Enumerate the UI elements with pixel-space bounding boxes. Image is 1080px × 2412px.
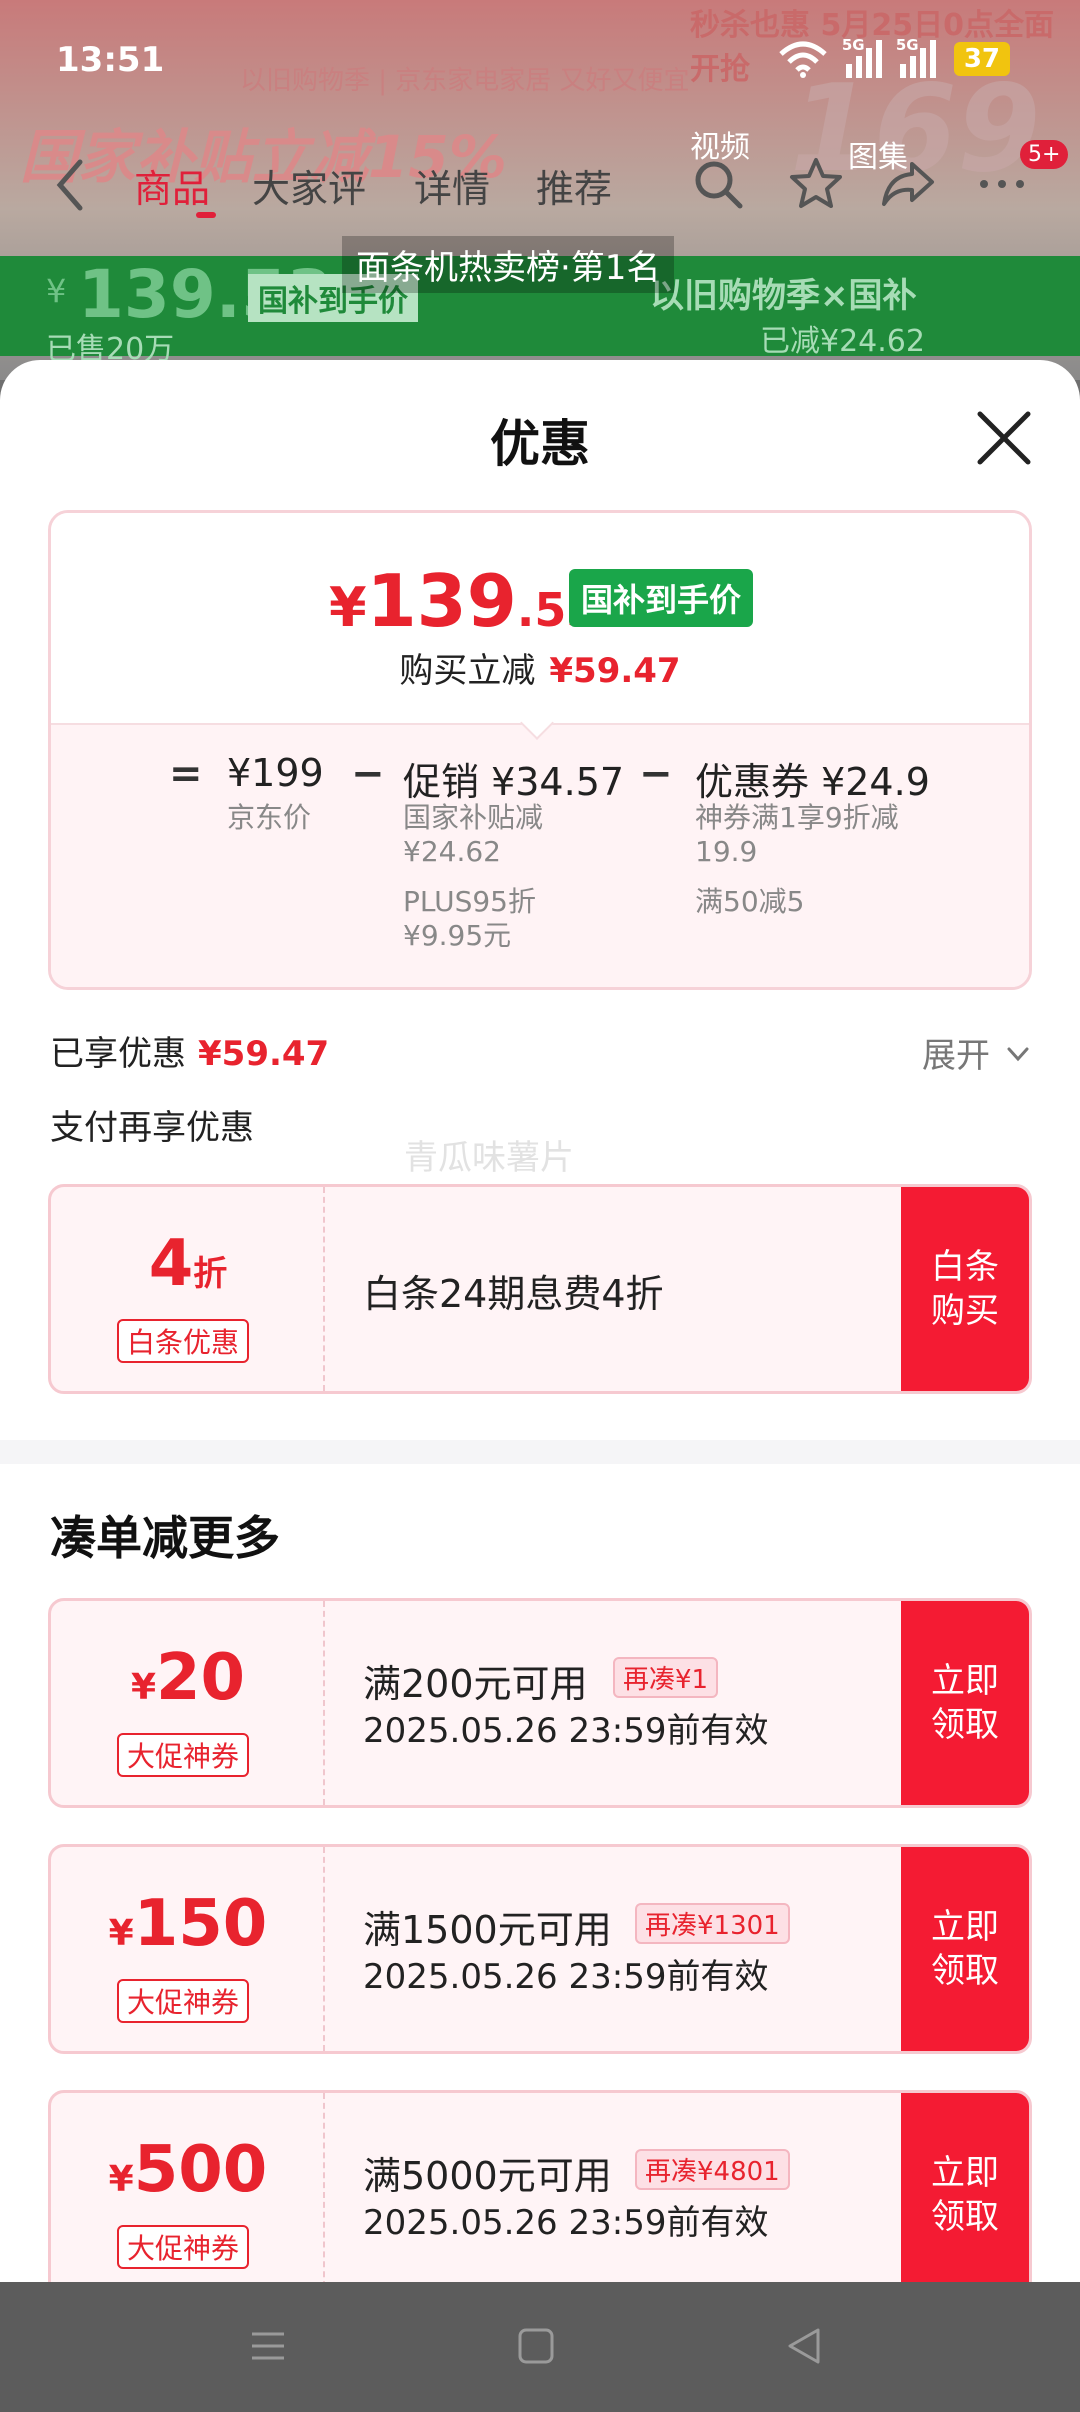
coupon-left: 4折 白条优惠: [51, 1187, 325, 1391]
coupon-left: ¥500 大促神券: [51, 2093, 325, 2282]
coupon-expiry: 2025.05.26 23:59前有效: [363, 1957, 769, 1997]
equals-sign: =: [169, 751, 203, 797]
status-bar: 13:51 5G 5G 37: [0, 0, 1080, 120]
pay-more-label: 支付再享优惠: [50, 1108, 254, 1148]
expand-button[interactable]: 展开: [922, 1028, 990, 1077]
save-value: ¥59.47: [549, 651, 681, 691]
coupon-sub-label: 神券满1享9折减: [695, 801, 899, 834]
coupon-amount: ¥500: [108, 2133, 268, 2207]
jd-price-label: 京东价: [227, 801, 312, 834]
system-nav-bar: [0, 2282, 1080, 2412]
season-text: 以旧购物季×国补: [650, 276, 917, 316]
baitiao-description: 白条24期息费4折: [363, 1272, 664, 1316]
sheet-title: 优惠: [490, 415, 590, 473]
tab-details[interactable]: 详情: [414, 158, 490, 213]
coupon-tag: 大促神券: [117, 2225, 250, 2269]
minus-sign-2: −: [639, 751, 673, 797]
home-icon[interactable]: [512, 2322, 560, 2370]
coupon-condition: 满1500元可用: [363, 1908, 612, 1952]
more-discount-title: 凑单减更多: [50, 1511, 280, 1565]
more-icon[interactable]: [974, 156, 1030, 212]
product-tabs: 商品 大家评 详情 推荐: [0, 150, 1080, 220]
coupon-amount: ¥20: [130, 1641, 246, 1715]
reduced-text: 已减¥24.62: [760, 324, 925, 359]
coupon-need-badge: 再凑¥4801: [635, 2149, 790, 2190]
coupon-total: 优惠券 ¥24.9: [695, 760, 930, 804]
status-icons: 5G 5G 37: [778, 36, 1010, 78]
promo-total: 促销 ¥34.57: [403, 760, 625, 804]
minus-sign-1: −: [351, 751, 385, 797]
share-icon[interactable]: [880, 156, 936, 212]
baitiao-buy-button[interactable]: 白条购买: [901, 1187, 1029, 1391]
save-label: 购买立减: [399, 651, 536, 691]
coupon-need-badge: 再凑¥1: [613, 1657, 719, 1698]
watermark-text: 青瓜味薯片: [404, 1138, 574, 1178]
ranking-badge[interactable]: 面条机热卖榜·第1名: [342, 236, 675, 293]
coupon-condition: 满5000元可用: [363, 2154, 612, 2198]
final-price: ¥139.53: [329, 559, 599, 643]
coupon-left: ¥150 大促神券: [51, 1847, 325, 2051]
save-line: 购买立减 ¥59.47: [51, 643, 1029, 692]
coupon-amount: ¥150: [108, 1887, 268, 1961]
signal-icon-1: 5G: [842, 36, 882, 78]
coupon-card-1: ¥20 大促神券 满200元可用 再凑¥1 2025.05.26 23:59前有…: [48, 1598, 1032, 1808]
price-yuan: ¥: [46, 272, 67, 310]
discount-sheet: 优惠 ¥139.53 国补到手价 购买立减 ¥59.47 = ¥199 京东价 −…: [0, 360, 1080, 2282]
promo-subsidy-label: 国家补贴减: [403, 801, 544, 834]
final-price-area: ¥139.53 国补到手价 购买立减 ¥59.47: [51, 513, 1029, 723]
coupon-card-3: ¥500 大促神券 满5000元可用 再凑¥4801 2025.05.26 23…: [48, 2090, 1032, 2282]
coupon-tag: 大促神券: [117, 1733, 250, 1777]
tab-underline: [196, 212, 216, 218]
coupon-man50: 满50减5: [695, 885, 805, 918]
coupon-expiry: 2025.05.26 23:59前有效: [363, 2203, 769, 2243]
signal-icon-2: 5G: [896, 36, 936, 78]
back-icon[interactable]: [50, 150, 90, 220]
coupon-need-badge: 再凑¥1301: [635, 1903, 790, 1944]
coupon-condition: 满200元可用: [363, 1662, 588, 1706]
star-icon[interactable]: [788, 156, 844, 212]
search-icon[interactable]: [690, 156, 746, 212]
wifi-icon: [779, 41, 827, 78]
baitiao-offer-card: 4折 白条优惠 白条24期息费4折 白条购买: [48, 1184, 1032, 1394]
enjoyed-label: 已享优惠: [50, 1034, 186, 1074]
enjoyed-discount: 已享优惠 ¥59.47: [50, 1026, 329, 1075]
coupon-card-2: ¥150 大促神券 满1500元可用 再凑¥1301 2025.05.26 23…: [48, 1844, 1032, 2054]
cart-badge: 5+: [1020, 140, 1069, 169]
tab-product[interactable]: 商品: [134, 158, 210, 213]
coupon-tag: 大促神券: [117, 1979, 250, 2023]
tab-recommend[interactable]: 推荐: [536, 158, 612, 213]
back-triangle-icon[interactable]: [780, 2322, 828, 2370]
promo-plus-label: PLUS95折: [403, 885, 536, 918]
baitiao-discount: 4折: [148, 1227, 228, 1301]
claim-coupon-button[interactable]: 立即领取: [901, 2093, 1029, 2282]
enjoyed-value: ¥59.47: [198, 1034, 330, 1074]
close-icon[interactable]: [972, 406, 1036, 470]
coupon-left: ¥20 大促神券: [51, 1601, 325, 1805]
status-time: 13:51: [56, 40, 165, 80]
coupon-sub-value: 19.9: [695, 835, 758, 868]
claim-coupon-button[interactable]: 立即领取: [901, 1847, 1029, 2051]
chevron-down-icon[interactable]: [1004, 1040, 1032, 1068]
breakdown-detail: = ¥199 京东价 − 促销 ¥34.57 国家补贴减 ¥24.62 PLUS…: [51, 723, 1029, 987]
tab-reviews[interactable]: 大家评: [252, 158, 366, 213]
promo-subsidy-value: ¥24.62: [403, 835, 501, 868]
promo-plus-value: ¥9.95元: [403, 919, 512, 952]
jd-price: ¥199: [227, 751, 324, 795]
price-breakdown-card: ¥139.53 国补到手价 购买立减 ¥59.47 = ¥199 京东价 − 促销…: [48, 510, 1032, 990]
section-divider: [0, 1440, 1080, 1464]
baitiao-tag: 白条优惠: [117, 1319, 250, 1363]
battery-indicator: 37: [953, 42, 1010, 76]
guobu-price-tag: 国补到手价: [569, 569, 754, 627]
coupon-expiry: 2025.05.26 23:59前有效: [363, 1711, 769, 1751]
menu-icon[interactable]: [244, 2322, 292, 2370]
claim-coupon-button[interactable]: 立即领取: [901, 1601, 1029, 1805]
